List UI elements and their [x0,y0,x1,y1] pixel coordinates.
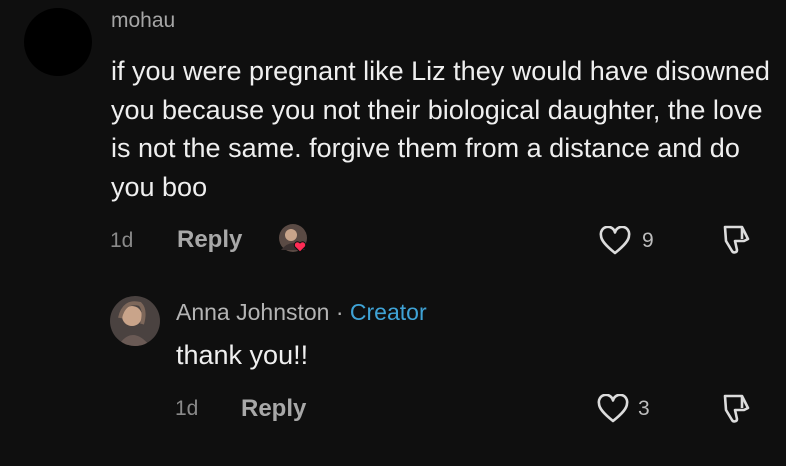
heart-outline-icon [599,226,631,255]
reply-author-line: Anna Johnston · Creator [176,299,427,326]
reply-author-avatar[interactable] [110,296,160,346]
heart-outline-icon [597,394,629,423]
comment-reply-button[interactable]: Reply [177,226,242,254]
commenter-username[interactable]: mohau [111,9,175,33]
reply-like-count: 3 [638,397,650,420]
comment-timestamp: 1d [110,229,134,252]
reply-author-name[interactable]: Anna Johnston [176,299,329,325]
author-separator: · [329,299,350,325]
comment-text: if you were pregnant like Liz they would… [111,56,770,202]
commenter-avatar[interactable] [24,8,92,76]
reply-dislike-button[interactable] [718,391,754,425]
reply-reply-button[interactable]: Reply [241,395,306,423]
creator-liked-avatar [277,222,313,258]
comment-like-button[interactable] [598,226,632,256]
thumbs-down-icon [723,225,750,254]
reply-timestamp: 1d [175,397,199,420]
comment-dislike-button[interactable] [718,222,754,256]
reply-like-button[interactable] [596,394,630,424]
comment-like-count: 9 [642,229,654,252]
creator-badge: Creator [349,299,427,325]
reply-text: thank you!! [176,340,309,370]
thumbs-down-icon [723,394,750,423]
